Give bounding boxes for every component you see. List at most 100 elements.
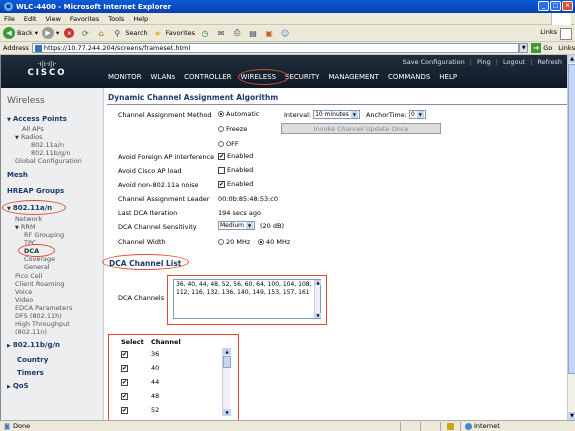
- checkbox-checked-icon[interactable]: ✔: [121, 393, 128, 400]
- a-n-highlight-ring: [2, 200, 66, 215]
- checkbox-checked-icon[interactable]: ✔: [121, 379, 128, 386]
- sidebar-timers[interactable]: Timers: [17, 369, 44, 377]
- home-icon[interactable]: ⌂: [95, 27, 107, 39]
- sidebar-item-general[interactable]: General: [24, 263, 50, 271]
- sidebar-item-radio-a-n[interactable]: 802.11a/n: [31, 141, 64, 149]
- invoke-channel-update-button[interactable]: Invoke Channel Update Once: [281, 123, 441, 134]
- sidebar-item-client-roaming[interactable]: Client Roaming: [15, 280, 64, 288]
- menu-edit[interactable]: Edit: [24, 15, 37, 23]
- sidebar-item-dfs[interactable]: DFS (802.11h): [15, 312, 62, 320]
- scroll-thumb[interactable]: [568, 64, 575, 374]
- sidebar-item-voice[interactable]: Voice: [15, 288, 32, 296]
- textarea-scrollbar[interactable]: ▲ ▼: [314, 280, 321, 318]
- sidebar-item-rrm[interactable]: ▼ RRM: [15, 223, 36, 231]
- sidebar-item-video[interactable]: Video: [15, 296, 33, 304]
- nav-management[interactable]: MANAGEMENT: [328, 73, 379, 81]
- radio-selected-icon: [258, 239, 264, 245]
- nav-commands[interactable]: COMMANDS: [388, 73, 430, 81]
- search-button[interactable]: ⚲ Search: [111, 27, 147, 39]
- discuss-icon[interactable]: ▣: [263, 27, 275, 39]
- sidebar-item-global-configuration[interactable]: Global Configuration: [15, 157, 82, 165]
- sidebar-item-radios[interactable]: ▼ Radios: [15, 133, 43, 141]
- print-icon[interactable]: ⎙: [231, 27, 243, 39]
- sidebar-item-high-throughput-sub: (802.11n): [15, 328, 47, 336]
- avoid-cisco-checkbox[interactable]: Enabled: [218, 166, 253, 174]
- sidebar-access-points[interactable]: ▼ Access Points: [7, 115, 67, 123]
- edit-icon[interactable]: ▤: [247, 27, 259, 39]
- interval-select[interactable]: 10 minutes ▼: [313, 110, 360, 119]
- sidebar-item-all-aps[interactable]: All APs: [22, 125, 44, 133]
- favorites-button[interactable]: ★ Favorites: [152, 27, 195, 39]
- links-button[interactable]: Links: [558, 44, 575, 52]
- sidebar-item-network[interactable]: Network: [15, 215, 42, 223]
- sidebar-item-high-throughput[interactable]: High Throughput: [15, 320, 70, 328]
- messenger-icon[interactable]: ☺: [279, 27, 291, 39]
- method-off-radio[interactable]: OFF: [218, 140, 239, 148]
- window-controls: _ □ ×: [538, 1, 573, 11]
- sensitivity-field: Medium ▼ (20 dB): [218, 221, 284, 230]
- sidebar-qos[interactable]: ▶ QoS: [7, 382, 29, 390]
- radio-selected-icon: [218, 111, 224, 117]
- menu-help[interactable]: Help: [133, 15, 148, 23]
- sidebar-item-coverage[interactable]: Coverage: [24, 255, 55, 263]
- checkbox-checked-icon[interactable]: ✔: [121, 407, 128, 414]
- scroll-down-icon[interactable]: ▼: [568, 412, 575, 420]
- avoid-foreign-checkbox[interactable]: ✔ Enabled: [218, 152, 253, 160]
- method-freeze-radio[interactable]: Freeze: [218, 125, 247, 133]
- refresh-icon[interactable]: ⟳: [79, 27, 91, 39]
- sidebar-country[interactable]: Country: [17, 356, 48, 364]
- sidebar-item-pico-cell[interactable]: Pico Cell: [15, 272, 42, 280]
- channel-table-scrollbar[interactable]: ▲ ▼: [222, 348, 231, 416]
- windows-logo-icon: [551, 13, 571, 25]
- forward-button[interactable]: ▶ ▾: [42, 27, 59, 39]
- menu-favorites[interactable]: Favorites: [70, 15, 99, 23]
- anchor-time-select[interactable]: 0 ▼: [408, 110, 426, 119]
- method-automatic-radio[interactable]: Automatic: [218, 110, 259, 118]
- minimize-icon[interactable]: _: [538, 1, 549, 11]
- ping-link[interactable]: Ping: [477, 58, 491, 66]
- links-expand-icon[interactable]: [560, 28, 572, 40]
- sidebar-item-rf-grouping[interactable]: RF Grouping: [24, 231, 64, 239]
- close-icon[interactable]: ×: [562, 1, 573, 11]
- nav-help[interactable]: HELP: [439, 73, 457, 81]
- avoid-noise-checkbox[interactable]: ✔ Enabled: [218, 180, 253, 188]
- interval-field: Interval: 10 minutes ▼ AnchorTime: 0 ▼: [284, 110, 426, 119]
- sidebar-802-11b-g-n[interactable]: ▶ 802.11b/g/n: [7, 341, 60, 349]
- go-button[interactable]: ➜ Go: [531, 43, 552, 53]
- mail-icon[interactable]: ✉: [215, 27, 227, 39]
- menu-tools[interactable]: Tools: [108, 15, 124, 23]
- width-40-radio[interactable]: 40 MHz: [258, 238, 290, 246]
- sidebar-item-radio-b-g-n[interactable]: 802.11b/g/n: [31, 149, 71, 157]
- nav-security[interactable]: SECURITY: [285, 73, 319, 81]
- dca-list-highlight-ring: [102, 254, 189, 270]
- sidebar-mesh[interactable]: Mesh: [7, 171, 28, 179]
- main-content: Dynamic Channel Assignment Algorithm Cha…: [102, 88, 567, 420]
- browser-scrollbar[interactable]: ▲ ▼: [567, 55, 575, 420]
- history-icon[interactable]: ◷: [199, 27, 211, 39]
- stop-icon[interactable]: ×: [63, 27, 75, 39]
- links-top-label[interactable]: Links: [540, 28, 557, 40]
- table-row: ✔ 36: [121, 350, 160, 358]
- address-dropdown-icon[interactable]: ▼: [519, 43, 529, 53]
- maximize-icon[interactable]: □: [550, 1, 561, 11]
- scroll-thumb[interactable]: [223, 356, 231, 368]
- address-input[interactable]: https://10.77.244.204/screens/frameset.h…: [31, 43, 520, 53]
- scroll-up-icon[interactable]: ▲: [568, 55, 575, 63]
- sidebar-hreap-groups[interactable]: HREAP Groups: [7, 187, 64, 195]
- checkbox-checked-icon[interactable]: ✔: [121, 351, 128, 358]
- refresh-link[interactable]: Refresh: [537, 58, 562, 66]
- checkbox-checked-icon[interactable]: ✔: [121, 365, 128, 372]
- sidebar-item-edca-parameters[interactable]: EDCA Parameters: [15, 304, 72, 312]
- title-divider: [107, 104, 567, 105]
- width-20-radio[interactable]: 20 MHz: [218, 238, 250, 246]
- logout-link[interactable]: Logout: [503, 58, 525, 66]
- save-configuration-link[interactable]: Save Configuration: [403, 58, 465, 66]
- menu-file[interactable]: File: [4, 15, 15, 23]
- nav-monitor[interactable]: MONITOR: [108, 73, 142, 81]
- menu-view[interactable]: View: [45, 15, 60, 23]
- sensitivity-select[interactable]: Medium ▼: [218, 221, 255, 230]
- dca-channels-textarea[interactable]: 36, 40, 44, 48, 52, 56, 60, 64, 100, 104…: [173, 279, 321, 319]
- nav-wlans[interactable]: WLANs: [151, 73, 176, 81]
- back-button[interactable]: ◀ Back ▾: [3, 27, 38, 39]
- nav-controller[interactable]: CONTROLLER: [184, 73, 231, 81]
